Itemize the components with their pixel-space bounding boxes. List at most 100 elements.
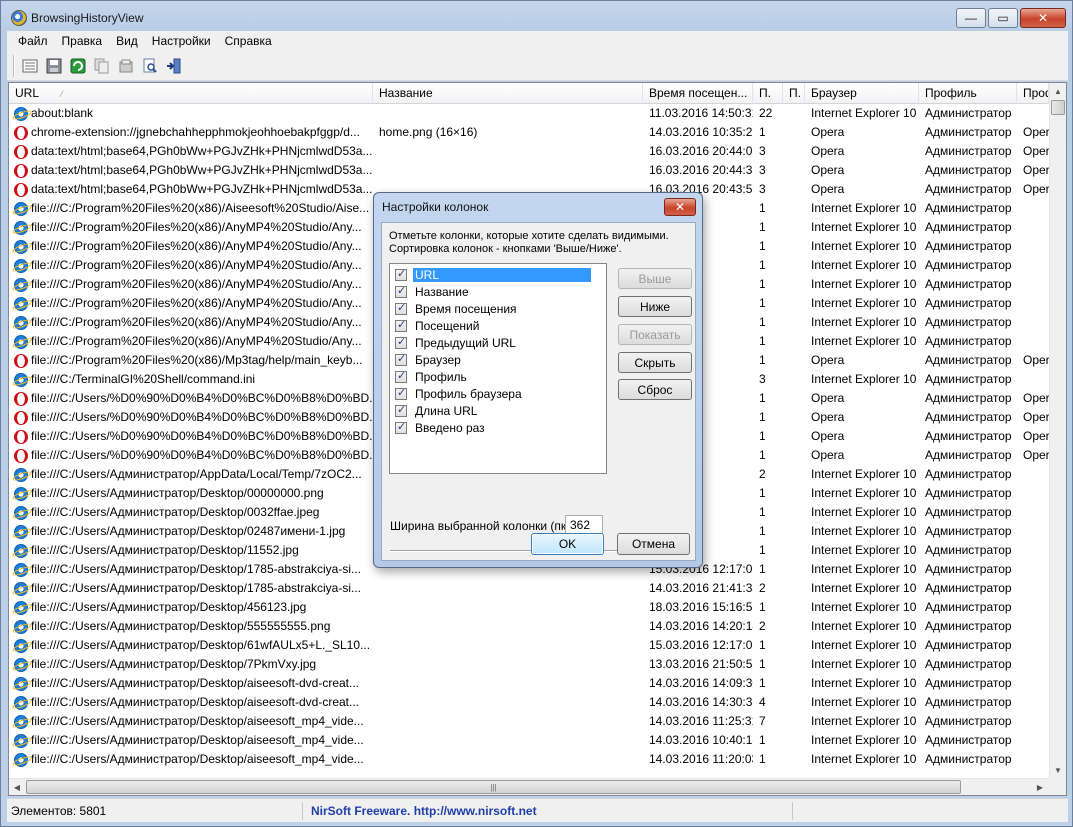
save-icon[interactable]	[45, 57, 63, 75]
table-row[interactable]: file:///C:/Users/Администратор/Desktop/a…	[9, 731, 1049, 750]
column-checkbox[interactable]	[395, 369, 407, 383]
browser-cell: Internet Explorer 10	[811, 752, 917, 766]
menu-options[interactable]: Настройки	[145, 34, 218, 48]
column-checklist-item[interactable]: Посещений	[390, 317, 606, 334]
visit-time-cell: 14.03.2016 21:41:38	[649, 581, 753, 595]
table-row[interactable]: data:text/html;base64,PGh0bWw+PGJvZHk+PH…	[9, 142, 1049, 161]
scroll-left-icon[interactable]: ◀	[9, 779, 25, 795]
properties-icon[interactable]	[117, 57, 135, 75]
column-checklist-item[interactable]: Введено раз	[390, 419, 606, 436]
toolbar-separator	[13, 54, 15, 77]
html-report-icon[interactable]	[21, 57, 39, 75]
column-checklist-item[interactable]: Профиль	[390, 368, 606, 385]
column-header-visit-count[interactable]: П.	[753, 83, 783, 104]
show-button[interactable]: Показать	[618, 324, 692, 345]
table-row[interactable]: file:///C:/Users/Администратор/Desktop/7…	[9, 655, 1049, 674]
vertical-scroll-thumb[interactable]	[1051, 100, 1065, 115]
table-row[interactable]: file:///C:/Users/Администратор/Desktop/1…	[9, 579, 1049, 598]
menu-view[interactable]: Вид	[109, 34, 145, 48]
window-title: BrowsingHistoryView	[31, 11, 144, 25]
column-header-browser-profile[interactable]: Проф	[1017, 83, 1049, 104]
scroll-up-icon[interactable]: ▲	[1050, 83, 1066, 99]
exit-icon[interactable]	[165, 57, 183, 75]
horizontal-scrollbar[interactable]: ◀ ||| ▶	[9, 778, 1049, 795]
url-cell: file:///C:/Users/Администратор/Desktop/0…	[9, 503, 373, 522]
minimize-button[interactable]: —	[956, 8, 986, 28]
browser-profile-cell: Oper	[1023, 448, 1049, 462]
table-row[interactable]: file:///C:/Users/Администратор/Desktop/a…	[9, 693, 1049, 712]
column-checkbox[interactable]	[395, 301, 407, 315]
column-checkbox[interactable]	[395, 403, 407, 417]
maximize-button[interactable]: ▭	[988, 8, 1018, 28]
copy-icon[interactable]	[93, 57, 111, 75]
dialog-close-button[interactable]: ✕	[664, 198, 696, 216]
column-checklist-item[interactable]: Название	[390, 283, 606, 300]
column-checklist[interactable]: URL Название Время посещения Посещений Преды…	[389, 263, 607, 474]
column-checklist-item[interactable]: Предыдущий URL	[390, 334, 606, 351]
column-checklist-item[interactable]: Время посещения	[390, 300, 606, 317]
column-checklist-item[interactable]: URL	[390, 266, 606, 283]
url-cell: data:text/html;base64,PGh0bWw+PGJvZHk+PH…	[9, 142, 373, 161]
table-row[interactable]: file:///C:/Users/Администратор/Desktop/4…	[9, 598, 1049, 617]
column-checklist-item[interactable]: Длина URL	[390, 402, 606, 419]
visit-count-cell: 22	[759, 106, 773, 120]
menu-edit[interactable]: Правка	[55, 34, 110, 48]
column-checkbox[interactable]	[395, 420, 407, 434]
column-header-prev-url[interactable]: П.	[783, 83, 805, 104]
close-button[interactable]: ✕	[1020, 8, 1066, 28]
vertical-scrollbar[interactable]: ▲ ▼	[1049, 83, 1066, 778]
nirsoft-link[interactable]: NirSoft Freeware. http://www.nirsoft.net	[303, 801, 793, 820]
table-row[interactable]: about:blank 11.03.2016 14:50:31 22 Internet…	[9, 104, 1049, 123]
column-checkbox[interactable]	[395, 318, 407, 332]
menu-help[interactable]: Справка	[218, 34, 279, 48]
column-header-title[interactable]: Название	[373, 83, 643, 104]
scroll-right-icon[interactable]: ▶	[1032, 779, 1048, 795]
url-cell: file:///C:/Program%20Files%20(x86)/AnyMP…	[9, 332, 373, 351]
reset-button[interactable]: Сброс	[618, 379, 692, 400]
move-up-button[interactable]: Выше	[618, 268, 692, 289]
scroll-down-icon[interactable]: ▼	[1050, 762, 1066, 778]
title-bar[interactable]: BrowsingHistoryView — ▭ ✕	[1, 1, 1072, 31]
browser-profile-cell	[1017, 237, 1049, 256]
visit-count-cell: 1	[759, 524, 766, 538]
hide-button[interactable]: Скрыть	[618, 352, 692, 373]
table-row[interactable]: file:///C:/Users/Администратор/Desktop/a…	[9, 674, 1049, 693]
table-row[interactable]: file:///C:/Users/Администратор/Desktop/6…	[9, 636, 1049, 655]
column-checkbox[interactable]	[395, 267, 407, 281]
profile-cell: Администратор	[925, 638, 1012, 652]
move-down-button[interactable]: Ниже	[618, 296, 692, 317]
column-checkbox[interactable]	[395, 335, 407, 349]
visit-count-cell: 1	[759, 676, 766, 690]
title-cell	[373, 750, 643, 769]
table-row[interactable]: file:///C:/Users/Администратор/Desktop/5…	[9, 617, 1049, 636]
visit-count-cell: 2	[759, 619, 766, 633]
cancel-button[interactable]: Отмена	[617, 533, 690, 555]
url-text: file:///C:/Users/Администратор/Desktop/4…	[31, 600, 307, 614]
refresh-icon[interactable]	[69, 57, 87, 75]
ok-button[interactable]: OK	[531, 533, 604, 555]
visit-count-cell: 1	[759, 220, 766, 234]
dialog-description: Отметьте колонки, которые хотите сделать…	[389, 230, 689, 256]
column-checkbox[interactable]	[395, 386, 407, 400]
column-checkbox[interactable]	[395, 352, 407, 366]
column-checklist-item[interactable]: Профиль браузера	[390, 385, 606, 402]
visit-count-cell: 1	[759, 410, 766, 424]
table-row[interactable]: chrome-extension://jgnebchahhepphmokjeoh…	[9, 123, 1049, 142]
column-checklist-item[interactable]: Браузер	[390, 351, 606, 368]
column-checkbox[interactable]	[395, 284, 407, 298]
url-cell: file:///C:/Users/Администратор/Desktop/0…	[9, 522, 373, 541]
column-header-visit-time[interactable]: Время посещен...	[643, 83, 753, 104]
table-row[interactable]: file:///C:/Users/Администратор/Desktop/a…	[9, 750, 1049, 769]
column-header-profile[interactable]: Профиль	[919, 83, 1017, 104]
column-header-url[interactable]: URL ⁄	[9, 83, 373, 104]
list-header: URL ⁄ Название Время посещен... П. П. Бра…	[9, 83, 1049, 104]
find-icon[interactable]	[141, 57, 159, 75]
table-row[interactable]: data:text/html;base64,PGh0bWw+PGJvZHk+PH…	[9, 161, 1049, 180]
column-header-browser[interactable]: Браузер	[805, 83, 919, 104]
title-cell	[373, 598, 643, 617]
menu-file[interactable]: Файл	[11, 34, 55, 48]
table-row[interactable]: file:///C:/Users/Администратор/Desktop/a…	[9, 712, 1049, 731]
visit-time-cell: 14.03.2016 10:35:29	[649, 125, 753, 139]
horizontal-scroll-thumb[interactable]: |||	[26, 780, 961, 794]
prev-url-cell	[783, 142, 805, 161]
